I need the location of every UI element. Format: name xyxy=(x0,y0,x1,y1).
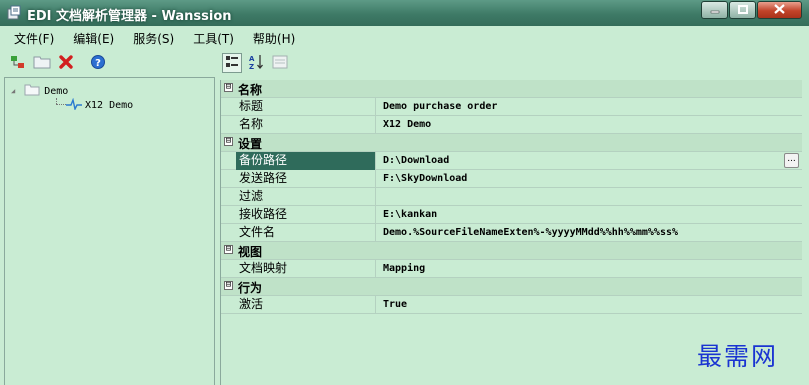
tree-node-label: X12 Demo xyxy=(85,100,134,111)
property-pages-button[interactable] xyxy=(270,53,290,73)
category-label: 行为 xyxy=(238,281,263,295)
categorized-view-icon xyxy=(225,55,239,72)
property-row[interactable]: 名称 X12 Demo xyxy=(221,116,802,134)
tree-toolbar: ? xyxy=(0,50,215,76)
property-row[interactable]: 接收路径 E:\kankan xyxy=(221,206,802,224)
property-value[interactable]: E:\kankan xyxy=(383,206,437,224)
property-name: 标题 xyxy=(236,98,376,116)
browse-button[interactable]: ... xyxy=(784,153,799,168)
folder-button[interactable] xyxy=(32,53,52,73)
maximize-button[interactable] xyxy=(729,1,756,19)
category-label: 视图 xyxy=(238,245,263,259)
property-row[interactable]: 发送路径 F:\SkyDownload xyxy=(221,170,802,188)
minimize-icon xyxy=(710,4,720,17)
category-label: 设置 xyxy=(238,137,263,151)
property-value[interactable]: Mapping xyxy=(383,260,425,278)
category-row-name[interactable]: ⊟ 名称 xyxy=(221,80,802,98)
maximize-icon xyxy=(737,4,748,17)
pulse-icon xyxy=(66,97,82,113)
window-controls xyxy=(700,1,802,19)
collapse-icon[interactable]: ⊟ xyxy=(224,137,233,146)
property-name: 文档映射 xyxy=(236,260,376,278)
minimize-button[interactable] xyxy=(701,1,728,19)
alphabetical-sort-button[interactable]: A Z xyxy=(246,53,266,73)
delete-icon xyxy=(58,54,74,73)
property-row[interactable]: 文件名 Demo.%SourceFileNameExten%-%yyyyMMdd… xyxy=(221,224,802,242)
collapse-icon[interactable]: ⊟ xyxy=(224,245,233,254)
collapse-icon[interactable]: ⊟ xyxy=(224,83,233,92)
property-pages-icon xyxy=(272,55,288,72)
property-row[interactable]: 激活 True xyxy=(221,296,802,314)
add-node-icon xyxy=(10,54,26,73)
app-icon xyxy=(6,5,22,21)
watermark: 最需网 xyxy=(697,342,779,371)
delete-button[interactable] xyxy=(56,53,76,73)
window-title: EDI 文档解析管理器 - Wanssion xyxy=(27,9,232,24)
folder-icon xyxy=(24,83,40,99)
menu-service[interactable]: 服务(S) xyxy=(133,30,174,47)
menu-tools[interactable]: 工具(T) xyxy=(193,30,234,47)
tree-node-child[interactable]: X12 Demo xyxy=(66,97,134,113)
categorized-view-button[interactable] xyxy=(222,53,242,73)
category-row-settings[interactable]: ⊟ 设置 xyxy=(221,134,802,152)
menu-bar: 文件(F) 编辑(E) 服务(S) 工具(T) 帮助(H) xyxy=(0,26,809,50)
title-bar: EDI 文档解析管理器 - Wanssion xyxy=(0,0,809,26)
property-name: 接收路径 xyxy=(236,206,376,224)
alphabetical-sort-icon: A Z xyxy=(248,54,264,73)
property-name: 发送路径 xyxy=(236,170,376,188)
property-name: 备份路径 xyxy=(236,152,376,170)
close-icon xyxy=(774,3,785,17)
menu-edit[interactable]: 编辑(E) xyxy=(73,30,114,47)
collapse-icon[interactable]: ⊟ xyxy=(224,281,233,290)
tree-view: ◢ Demo X12 Demo xyxy=(4,77,215,385)
property-row[interactable]: 文档映射 Mapping xyxy=(221,260,802,278)
tree-node-root[interactable]: ◢ Demo xyxy=(11,83,68,99)
property-row[interactable]: 标题 Demo purchase order xyxy=(221,98,802,116)
property-name: 过滤 xyxy=(236,188,376,206)
property-value[interactable]: X12 Demo xyxy=(383,116,431,134)
category-row-behavior[interactable]: ⊟ 行为 xyxy=(221,278,802,296)
category-row-view[interactable]: ⊟ 视图 xyxy=(221,242,802,260)
help-icon: ? xyxy=(90,54,106,73)
menu-help[interactable]: 帮助(H) xyxy=(253,30,295,47)
svg-text:?: ? xyxy=(95,58,101,69)
svg-text:Z: Z xyxy=(249,63,254,70)
property-value[interactable]: Demo purchase order xyxy=(383,98,497,116)
property-name: 文件名 xyxy=(236,224,376,242)
expander-icon: ◢ xyxy=(11,87,16,95)
svg-text:A: A xyxy=(249,55,255,63)
property-name: 名称 xyxy=(236,116,376,134)
help-button[interactable]: ? xyxy=(88,53,108,73)
property-value[interactable]: F:\SkyDownload xyxy=(383,170,467,188)
property-value[interactable]: D:\Download xyxy=(383,152,449,170)
menu-file[interactable]: 文件(F) xyxy=(14,30,54,47)
property-name: 激活 xyxy=(236,296,376,314)
add-node-button[interactable] xyxy=(8,53,28,73)
property-row[interactable]: 过滤 xyxy=(221,188,802,206)
property-value[interactable]: Demo.%SourceFileNameExten%-%yyyyMMdd%%hh… xyxy=(383,224,678,242)
folder-icon xyxy=(33,54,51,73)
tree-connector xyxy=(56,104,66,105)
tree-node-label: Demo xyxy=(44,85,69,97)
property-value[interactable]: True xyxy=(383,296,407,314)
close-button[interactable] xyxy=(757,1,802,19)
property-toolbar: A Z xyxy=(215,50,809,76)
category-label: 名称 xyxy=(238,83,263,97)
property-row-selected[interactable]: 备份路径 D:\Download ... xyxy=(221,152,802,170)
